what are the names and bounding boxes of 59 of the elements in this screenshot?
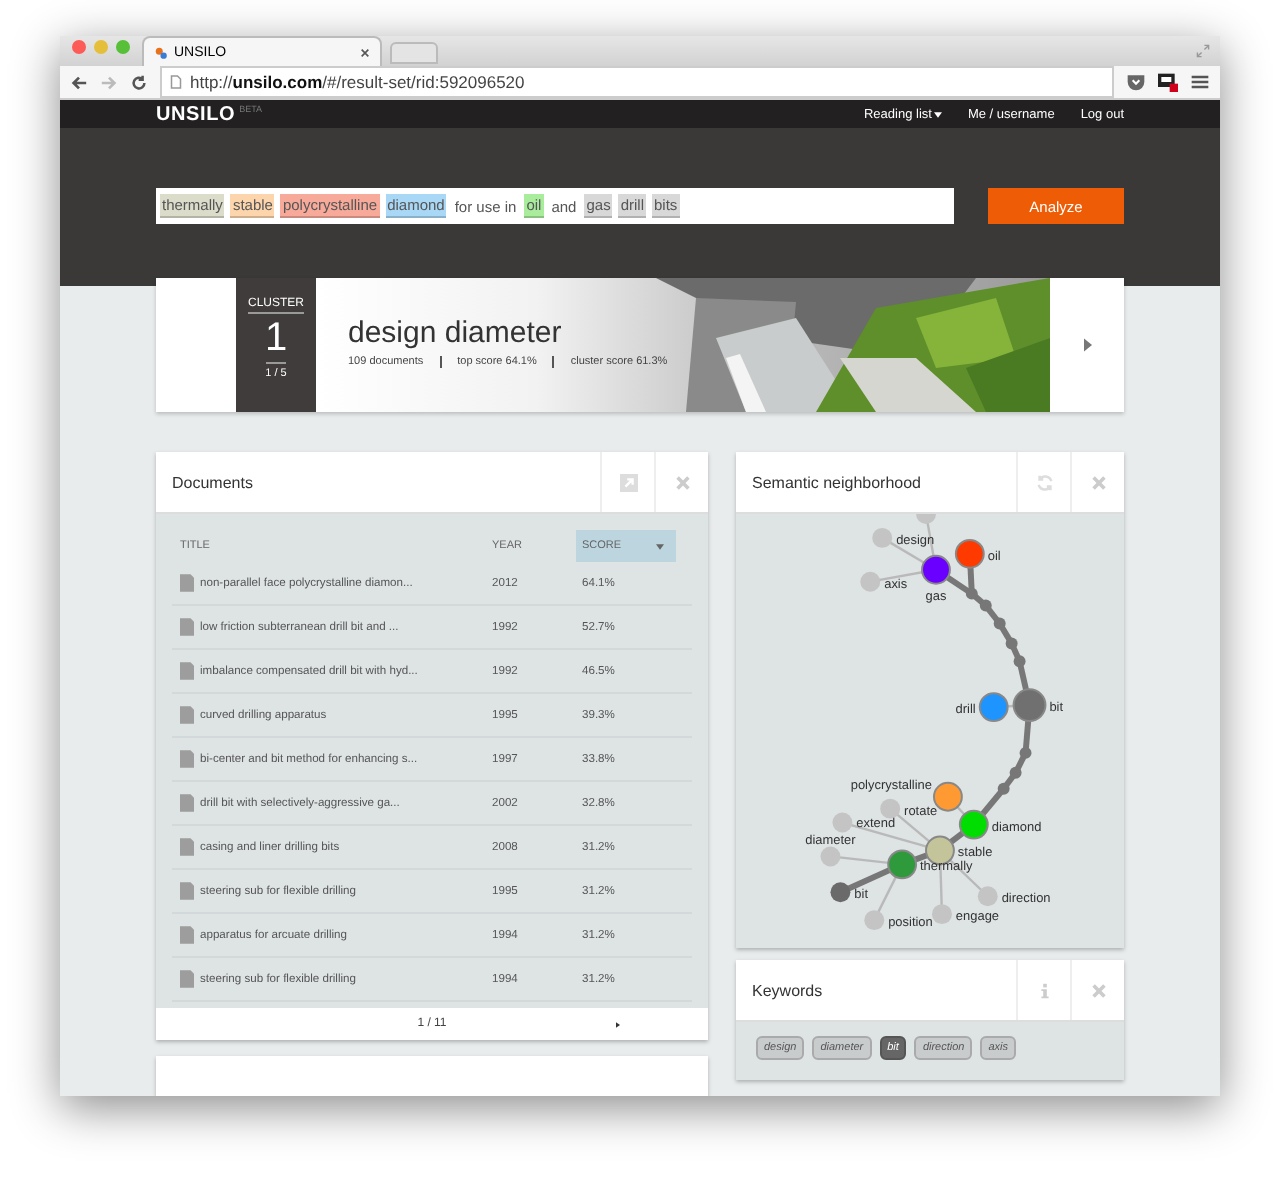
document-icon <box>180 794 194 812</box>
graph-node[interactable] <box>932 904 952 925</box>
graph-node[interactable] <box>954 538 985 569</box>
reload-icon[interactable] <box>130 73 148 91</box>
address-bar[interactable]: http://unsilo.com/#/result-set/rid:592096520 <box>160 66 1114 98</box>
close-icon[interactable] <box>360 47 370 57</box>
graph-edge <box>997 621 1015 645</box>
document-icon <box>180 574 194 592</box>
document-icon <box>180 662 194 680</box>
graph-node[interactable] <box>1012 688 1047 723</box>
caret-icon <box>933 111 942 117</box>
graph-node[interactable] <box>887 849 918 880</box>
next-icon[interactable] <box>1083 338 1091 352</box>
refresh-icon[interactable] <box>1035 473 1053 491</box>
graph-node <box>1013 655 1026 668</box>
graph-node[interactable] <box>978 692 1009 723</box>
cluster-title: design diameter <box>348 316 562 350</box>
forward-icon[interactable] <box>100 73 118 91</box>
sort-icon <box>656 543 664 549</box>
graph-node[interactable] <box>933 781 963 812</box>
graph-node[interactable] <box>864 910 885 931</box>
document-icon <box>180 882 194 900</box>
extension-icon[interactable] <box>1158 72 1178 92</box>
document-icon <box>180 750 194 768</box>
graph-node <box>1005 637 1018 650</box>
panel-title: Documents <box>170 473 255 491</box>
graph-node[interactable] <box>977 886 998 907</box>
panel-title: Keywords <box>750 981 825 999</box>
panel-title: Semantic neighborhood <box>750 473 924 491</box>
document-icon <box>180 926 194 944</box>
document-icon <box>180 970 194 988</box>
graph-node <box>997 782 1010 795</box>
graph-node[interactable] <box>820 846 841 867</box>
document-icon <box>180 838 194 856</box>
graph-node[interactable] <box>860 571 881 592</box>
page-icon <box>170 74 182 90</box>
graph-node[interactable] <box>830 882 851 903</box>
graph-node[interactable] <box>872 527 893 548</box>
logo-icon <box>154 45 168 59</box>
pocket-icon[interactable] <box>1126 72 1146 92</box>
graph-node[interactable] <box>832 812 853 833</box>
graph-node[interactable] <box>958 809 989 840</box>
document-icon <box>180 618 194 636</box>
fullscreen-icon[interactable] <box>1196 44 1210 58</box>
graph-node[interactable] <box>880 798 901 819</box>
document-icon <box>180 706 194 724</box>
graph-node <box>993 617 1006 630</box>
graph-node <box>916 514 936 524</box>
graph-node <box>1019 746 1032 759</box>
info-icon[interactable] <box>1035 981 1053 999</box>
graph-node[interactable] <box>921 554 951 585</box>
new-tab-button[interactable] <box>390 42 438 64</box>
expand-icon[interactable] <box>619 473 637 491</box>
menu-icon[interactable] <box>1190 72 1210 92</box>
graph-node <box>1009 766 1022 779</box>
logo[interactable]: UNSILO <box>156 103 236 125</box>
cluster-number: 1 <box>264 314 288 362</box>
back-icon[interactable] <box>70 73 88 91</box>
graph-edge <box>983 603 1003 626</box>
